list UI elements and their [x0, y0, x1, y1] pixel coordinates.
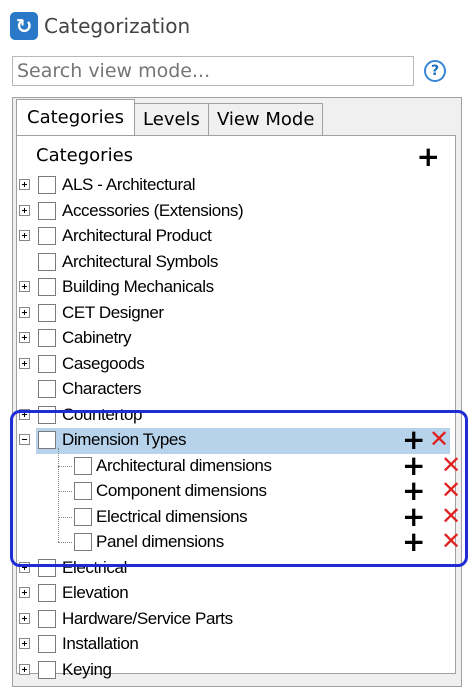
tree-row[interactable]: Characters: [16, 377, 456, 403]
search-input[interactable]: [12, 56, 414, 86]
window-title: Categorization: [44, 14, 191, 38]
tree-item-label: Characters: [62, 379, 142, 398]
tree-checkbox[interactable]: [38, 354, 56, 373]
expand-icon[interactable]: [19, 230, 30, 241]
tree-checkbox[interactable]: [38, 635, 56, 653]
tree-item-label: Building Mechanicals: [62, 277, 214, 296]
tree-item-label: Architectural Symbols: [62, 251, 218, 271]
tree-header-label: Categories: [36, 145, 134, 166]
tab-strip: Categories Levels View Mode: [16, 99, 324, 135]
tree-item-label: Accessories (Extensions): [62, 200, 244, 220]
tree-checkbox[interactable]: [38, 176, 56, 194]
tree-checkbox[interactable]: [38, 227, 56, 245]
tree-row[interactable]: Casegoods: [16, 352, 456, 378]
tree-row[interactable]: CET Designer: [16, 301, 456, 327]
help-icon[interactable]: ?: [424, 60, 446, 82]
tree-row[interactable]: Accessories (Extensions): [16, 199, 456, 225]
highlight-box: [10, 410, 468, 567]
tree-item-label: Hardware/Service Parts: [62, 608, 233, 628]
expand-icon[interactable]: [19, 204, 30, 216]
tree-row[interactable]: Building Mechanicals: [16, 275, 456, 301]
tree-item-label: Installation: [62, 634, 139, 653]
tree-item-label: CET Designer: [62, 302, 164, 322]
tree-checkbox[interactable]: [38, 609, 56, 628]
expand-icon[interactable]: [19, 281, 30, 292]
tree-checkbox[interactable]: [38, 584, 56, 602]
expand-icon[interactable]: [19, 587, 30, 598]
tree-row[interactable]: Keying: [16, 658, 456, 684]
tree-header: Categories +: [20, 140, 446, 173]
tree-checkbox[interactable]: [38, 252, 56, 271]
tab-levels[interactable]: Levels: [134, 103, 209, 135]
expand-icon[interactable]: [19, 612, 30, 624]
tree-row[interactable]: Hardware/Service Parts: [16, 607, 456, 633]
tree-row[interactable]: Architectural Symbols: [16, 250, 456, 276]
expand-icon[interactable]: [19, 663, 30, 675]
tree-item-label: Keying: [62, 659, 112, 679]
tree-row[interactable]: ALS - Architectural: [16, 173, 456, 199]
tree-row[interactable]: Architectural Product: [16, 224, 456, 250]
expand-icon[interactable]: [19, 638, 30, 649]
tree-row[interactable]: Installation: [16, 632, 456, 658]
expand-icon[interactable]: [19, 357, 30, 369]
tree-checkbox[interactable]: [38, 201, 56, 220]
tree-checkbox[interactable]: [38, 329, 56, 347]
tree-checkbox[interactable]: [38, 278, 56, 296]
tree-item-label: Casegoods: [62, 353, 145, 373]
tree-item-label: Cabinetry: [62, 328, 132, 347]
tree-item-label: Architectural Product: [62, 226, 212, 245]
tab-categories[interactable]: Categories: [16, 99, 136, 135]
categorization-icon: ↻: [10, 12, 38, 40]
tree-item-label: Elevation: [62, 583, 129, 602]
tree-row[interactable]: Elevation: [16, 581, 456, 607]
tree-checkbox[interactable]: [38, 380, 56, 398]
add-category-icon[interactable]: +: [417, 140, 440, 173]
expand-icon[interactable]: [19, 332, 30, 343]
tab-view-mode[interactable]: View Mode: [207, 103, 324, 135]
tree-row[interactable]: Cabinetry: [16, 326, 456, 352]
window-title-bar: ↻ Categorization: [10, 8, 190, 44]
expand-icon[interactable]: [19, 306, 30, 318]
tree-item-label: ALS - Architectural: [62, 175, 196, 194]
tree-checkbox[interactable]: [38, 303, 56, 322]
expand-icon[interactable]: [19, 179, 30, 190]
tree-checkbox[interactable]: [38, 660, 56, 679]
